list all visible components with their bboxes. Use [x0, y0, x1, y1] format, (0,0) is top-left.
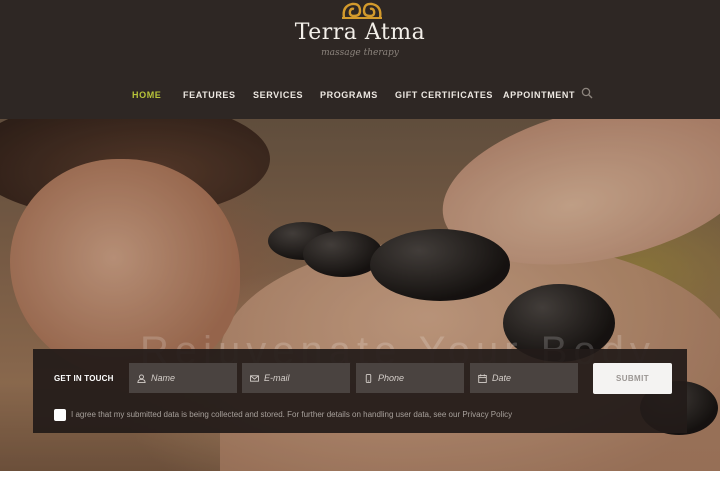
nav-item-services[interactable]: SERVICES — [253, 90, 303, 100]
nav-item-appointment[interactable]: APPOINTMENT — [503, 90, 575, 100]
form-title: GET IN TOUCH — [54, 374, 114, 383]
brand-tagline: massage therapy — [321, 48, 399, 58]
contact-form: GET IN TOUCH Name E-mail Phone Date SUBM… — [33, 349, 687, 433]
brand-name[interactable]: Terra Atma — [0, 20, 720, 45]
nav-item-home[interactable]: HOME — [132, 90, 161, 100]
date-field[interactable]: Date — [470, 363, 578, 393]
search-icon[interactable] — [581, 87, 593, 99]
calendar-icon — [478, 373, 487, 383]
consent-text: I agree that my submitted data is being … — [71, 410, 513, 419]
date-field-placeholder: Date — [492, 373, 512, 383]
name-field[interactable]: Name — [129, 363, 237, 393]
phone-field[interactable]: Phone — [356, 363, 464, 393]
phone-icon — [365, 373, 372, 383]
phone-field-placeholder: Phone — [378, 373, 405, 383]
nav-item-gift-certificates[interactable]: GIFT CERTIFICATES — [395, 90, 493, 100]
submit-button[interactable]: SUBMIT — [593, 363, 672, 394]
site-header: Terra Atma massage therapy HOME FEATURES… — [0, 0, 720, 119]
nav-item-programs[interactable]: PROGRAMS — [320, 90, 378, 100]
user-icon — [137, 373, 146, 383]
email-field-placeholder: E-mail — [264, 373, 290, 383]
envelope-icon — [250, 374, 259, 382]
spiral-ornament-icon[interactable] — [340, 0, 384, 20]
email-field[interactable]: E-mail — [242, 363, 350, 393]
consent-checkbox[interactable] — [54, 409, 66, 421]
page-bottom — [0, 471, 720, 478]
nav-item-features[interactable]: FEATURES — [183, 90, 236, 100]
main-nav: HOME FEATURES SERVICES PROGRAMS GIFT CER… — [0, 90, 720, 104]
name-field-placeholder: Name — [151, 373, 176, 383]
